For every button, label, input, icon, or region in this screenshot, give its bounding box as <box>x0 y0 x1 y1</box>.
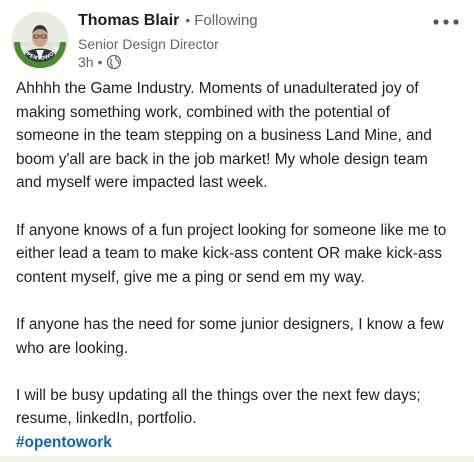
follow-status: Following <box>194 12 258 29</box>
post-time: 3h <box>78 54 94 70</box>
globe-icon <box>106 54 122 70</box>
ellipsis-icon <box>433 19 459 25</box>
post-body: Ahhhh the Game Industry. Moments of unad… <box>16 77 468 455</box>
time-separator: • <box>97 54 103 70</box>
post-paragraph: I will be busy updating all the things o… <box>16 386 421 428</box>
author-row: Thomas Blair • Following <box>78 12 258 30</box>
author-headline: Senior Design Director <box>78 36 219 52</box>
name-separator: • <box>185 12 191 28</box>
card-bottom-edge <box>0 456 474 462</box>
author-name[interactable]: Thomas Blair <box>78 12 179 30</box>
feed-post: #OPENTOWORK Thomas Blair • Following Sen… <box>0 0 474 462</box>
avatar[interactable]: #OPENTOWORK <box>12 12 68 68</box>
post-paragraph: Ahhhh the Game Industry. Moments of unad… <box>16 80 432 192</box>
more-options-button[interactable] <box>430 10 462 34</box>
post-paragraph: If anyone knows of a fun project looking… <box>16 221 447 286</box>
post-meta: 3h • <box>78 54 122 70</box>
hashtag-link[interactable]: #opentowork <box>16 434 112 452</box>
avatar-photo: #OPENTOWORK <box>12 12 68 68</box>
post-paragraph: If anyone has the need for some junior d… <box>16 315 444 357</box>
